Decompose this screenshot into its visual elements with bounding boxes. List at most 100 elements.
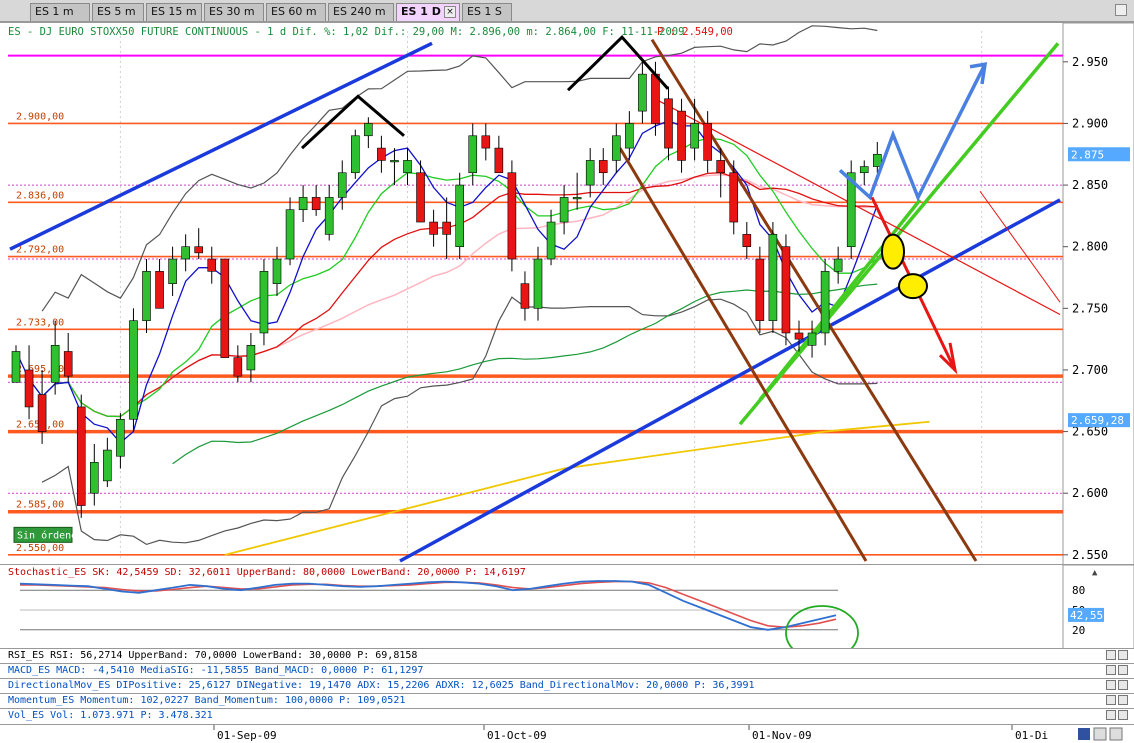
y-tick-label: 2.700 — [1072, 363, 1108, 377]
candle-body — [598, 160, 608, 174]
candle-body — [377, 147, 386, 161]
stochastic-header: Stochastic_ES SK: 42,5459 SD: 32,6011 Up… — [8, 567, 526, 578]
level-label: 2.585,00 — [16, 500, 64, 511]
candle-body — [794, 332, 804, 340]
price-tag-label: 2.875 — [1071, 148, 1104, 161]
level-label: 2.836,00 — [16, 190, 64, 201]
candle-body — [651, 73, 660, 124]
candle-body — [755, 258, 765, 321]
price-chart[interactable]: 2.5502.6002.6502.7002.7502.8002.8502.900… — [0, 22, 1134, 566]
x-tick-label: 01-Oct-09 — [487, 729, 547, 742]
candle-body — [559, 197, 569, 223]
level-label: 2.733,00 — [16, 317, 64, 328]
restore-icon[interactable] — [1106, 650, 1116, 660]
restore-icon[interactable] — [1106, 695, 1116, 705]
zoom-icon — [1093, 727, 1107, 741]
candle-body — [285, 209, 295, 260]
candle-body — [390, 160, 399, 163]
price-tag-label: 2.659,28 — [1071, 414, 1124, 427]
tab-es-5-m[interactable]: ES 5 m — [92, 3, 144, 21]
restore-icon[interactable] — [1106, 665, 1116, 675]
tab-es-240-m[interactable]: ES 240 m — [328, 3, 394, 21]
close-icon[interactable] — [1118, 695, 1128, 705]
close-window-icon[interactable] — [1115, 4, 1127, 16]
save-icon — [1078, 728, 1090, 740]
tab-label: ES 1 m — [35, 5, 74, 18]
candle-body — [63, 351, 73, 377]
tab-es-15-m[interactable]: ES 15 m — [146, 3, 202, 21]
tab-es-1-s[interactable]: ES 1 S — [462, 3, 512, 21]
indicator-rsi-text: RSI_ES RSI: 56,2714 UpperBand: 70,0000 L… — [8, 650, 418, 661]
price-axis — [1062, 22, 1134, 566]
candle-body — [572, 197, 582, 200]
tab-es-30-m[interactable]: ES 30 m — [204, 3, 264, 21]
candle-body — [207, 258, 217, 272]
candle-body — [429, 221, 438, 235]
x-tick-label: 01-Di — [1015, 729, 1048, 742]
tab-label: ES 1 D — [401, 5, 441, 18]
indicator-volume[interactable]: Vol_ES Vol: 1.073.971 P: 3.478.321 — [0, 708, 1134, 721]
stoch-highlight-circle — [785, 605, 859, 661]
level-label: 2.550,00 — [16, 543, 64, 554]
stoch-tick-label: 20 — [1072, 624, 1085, 637]
candle-body — [364, 123, 373, 137]
candle-body — [103, 449, 112, 482]
candle-body — [677, 110, 686, 161]
close-icon[interactable] — [1118, 710, 1128, 720]
y-tick-label: 2.950 — [1072, 55, 1108, 69]
x-tick-label: 01-Sep-09 — [217, 729, 277, 742]
indicator-macd[interactable]: MACD_ES MACD: -4,5410 MediaSIG: -11,5855… — [0, 663, 1134, 676]
candle-body — [220, 258, 230, 358]
tab-es-1-d[interactable]: ES 1 D × — [396, 3, 460, 21]
candle-body — [337, 172, 347, 198]
tab-label: ES 240 m — [333, 5, 386, 18]
candle-body — [129, 320, 138, 420]
candle-body — [546, 221, 556, 260]
candle-body — [142, 271, 151, 321]
indicator-momentum[interactable]: Momentum_ES Momentum: 102,0227 Band_Mome… — [0, 693, 1134, 706]
x-tick-label: 01-Nov-09 — [752, 729, 812, 742]
tab-label: ES 30 m — [209, 5, 255, 18]
settings-icon — [1109, 727, 1123, 741]
y-tick-label: 2.600 — [1072, 486, 1108, 500]
candle-body — [416, 172, 425, 223]
candle-body — [703, 123, 712, 161]
candle-body — [507, 172, 517, 260]
tab-label: ES 60 m — [271, 5, 317, 18]
candle-body — [533, 258, 543, 309]
chart-header-text: ES - DJ EURO STOXX50 FUTURE CONTINUOUS -… — [8, 26, 684, 38]
level-label: 2.792,00 — [16, 245, 64, 256]
candle-body — [350, 135, 360, 174]
candle-body — [168, 258, 177, 284]
restore-icon[interactable] — [1106, 710, 1116, 720]
indicator-directional[interactable]: DirectionalMov_ES DIPositive: 25,6127 DI… — [0, 678, 1134, 691]
price-chart-panel: 2.550 2.600 2.650 2.700 2.750 2.800 2.850 2.900… — [0, 22, 1134, 566]
candle-body — [690, 123, 699, 149]
close-tab-icon[interactable]: × — [444, 6, 456, 18]
candle-body — [742, 234, 752, 247]
stoch-sd-line — [20, 580, 837, 629]
candle-body — [37, 394, 47, 432]
close-icon[interactable] — [1118, 680, 1128, 690]
indicator-rsi[interactable]: RSI_ES RSI: 56,2714 UpperBand: 70,0000 L… — [0, 648, 1134, 661]
indicator-macd-text: MACD_ES MACD: -4,5410 MediaSIG: -11,5855… — [8, 665, 424, 676]
close-icon[interactable] — [1118, 665, 1128, 675]
candle-body — [781, 246, 791, 334]
candle-body — [233, 357, 243, 377]
tab-label: ES 15 m — [151, 5, 197, 18]
chart-header-price: P : 2.549,00 — [657, 26, 733, 38]
highlight-circle — [881, 233, 905, 270]
level-label: 2.900,00 — [16, 111, 64, 122]
candle-body — [298, 197, 308, 211]
stochastic-chart[interactable]: Stochastic_ES SK: 42,5459 SD: 32,6011 Up… — [0, 564, 1134, 661]
restore-icon[interactable] — [1106, 680, 1116, 690]
candle-body — [768, 234, 778, 321]
indicator-directional-text: DirectionalMov_ES DIPositive: 25,6127 DI… — [8, 680, 755, 691]
tab-es-60-m[interactable]: ES 60 m — [266, 3, 326, 21]
candle-body — [324, 197, 334, 235]
close-icon[interactable] — [1118, 650, 1128, 660]
candle-body — [311, 197, 321, 211]
candle-body — [11, 351, 21, 383]
candle-body — [664, 98, 673, 149]
tab-es-1-m[interactable]: ES 1 m — [30, 3, 90, 21]
